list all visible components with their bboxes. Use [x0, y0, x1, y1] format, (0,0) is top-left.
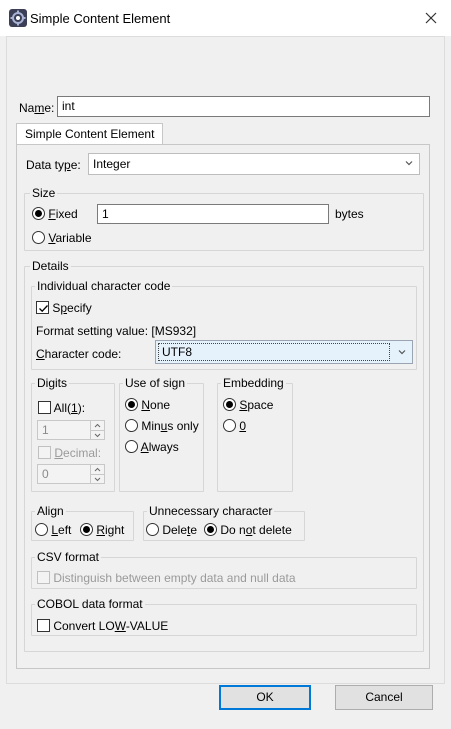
radio-selected-icon: [223, 398, 236, 411]
gear-app-icon: [9, 9, 27, 27]
data-type-select[interactable]: Integer: [88, 153, 420, 175]
embedding-zero-radio[interactable]: 0: [223, 419, 246, 433]
unnecessary-do-not-delete-radio[interactable]: Do not delete: [204, 523, 292, 537]
sign-always-radio[interactable]: Always: [125, 440, 179, 454]
radio-selected-icon: [80, 523, 93, 536]
unnecessary-delete-radio[interactable]: Delete: [146, 523, 197, 537]
chevron-down-icon: [398, 350, 406, 355]
size-fixed-field[interactable]: 1: [97, 204, 329, 224]
size-fixed-radio[interactable]: Fixed: [32, 207, 78, 221]
use-of-sign-legend: Use of sign: [123, 376, 188, 390]
digits-decimal-value: 0: [42, 467, 49, 481]
radio-unselected-icon: [223, 419, 236, 432]
close-icon[interactable]: [420, 7, 442, 29]
checkbox-unchecked-icon: [38, 401, 51, 414]
tab-simple-content-element[interactable]: Simple Content Element: [16, 123, 164, 145]
radio-unselected-icon: [35, 523, 48, 536]
radio-unselected-icon: [146, 523, 159, 536]
data-type-value: Integer: [93, 157, 131, 171]
csv-distinguish-label: Distinguish between empty data and null …: [53, 571, 296, 585]
format-setting-text: Format setting value: [MS932]: [36, 324, 197, 338]
details-legend: Details: [30, 259, 71, 273]
csv-format-legend: CSV format: [35, 550, 102, 564]
size-unit-label: bytes: [335, 207, 364, 221]
align-left-radio[interactable]: Left: [35, 523, 71, 537]
radio-selected-icon: [204, 523, 217, 536]
chevron-down-icon: [405, 161, 413, 166]
name-field[interactable]: int: [57, 96, 430, 117]
align-right-radio[interactable]: Right: [80, 523, 124, 537]
char-code-select[interactable]: UTF8: [155, 340, 413, 364]
window-title: Simple Content Element: [30, 11, 171, 26]
checkbox-disabled-icon: [37, 571, 50, 584]
digits-legend: Digits: [35, 376, 70, 390]
cancel-button[interactable]: Cancel: [335, 685, 433, 710]
radio-unselected-icon: [125, 419, 138, 432]
checkbox-unchecked-icon: [37, 619, 50, 632]
ok-button[interactable]: OK: [219, 685, 311, 710]
size-variable-radio[interactable]: Variable: [32, 231, 92, 245]
embedding-space-radio[interactable]: Space: [223, 398, 273, 412]
cobol-format-legend: COBOL data format: [35, 597, 145, 611]
spinner-arrows-icon: [90, 421, 104, 439]
data-type-label: Data type:: [26, 158, 81, 172]
checkbox-checked-icon: [36, 301, 49, 314]
embedding-legend: Embedding: [221, 376, 286, 390]
unnecessary-char-legend: Unnecessary character: [147, 504, 275, 518]
digits-decimal-spinner[interactable]: 0: [37, 464, 105, 484]
cobol-convert-checkbox[interactable]: Convert LOW-VALUE: [37, 619, 168, 633]
radio-selected-icon: [125, 398, 138, 411]
digits-all-checkbox[interactable]: All(1):: [38, 401, 85, 415]
radio-unselected-icon: [125, 440, 138, 453]
radio-unselected-icon: [32, 231, 45, 244]
csv-distinguish-checkbox[interactable]: Distinguish between empty data and null …: [37, 571, 296, 585]
specify-checkbox[interactable]: Specify: [36, 301, 92, 315]
digits-all-spinner[interactable]: 1: [37, 420, 105, 440]
size-legend: Size: [30, 186, 58, 200]
digits-all-value: 1: [42, 423, 49, 437]
sign-none-radio[interactable]: None: [125, 398, 170, 412]
spinner-arrows-icon: [90, 465, 104, 483]
sign-minus-only-radio[interactable]: Minus only: [125, 419, 199, 433]
align-legend: Align: [35, 504, 66, 518]
checkbox-disabled-icon: [38, 446, 51, 459]
digits-decimal-checkbox[interactable]: Decimal:: [38, 446, 101, 460]
char-code-value: UTF8: [158, 343, 390, 361]
radio-selected-icon: [32, 207, 45, 220]
char-code-legend: Individual character code: [35, 279, 173, 293]
char-code-label: Character code:: [36, 347, 122, 361]
name-label: Name:: [19, 101, 55, 115]
